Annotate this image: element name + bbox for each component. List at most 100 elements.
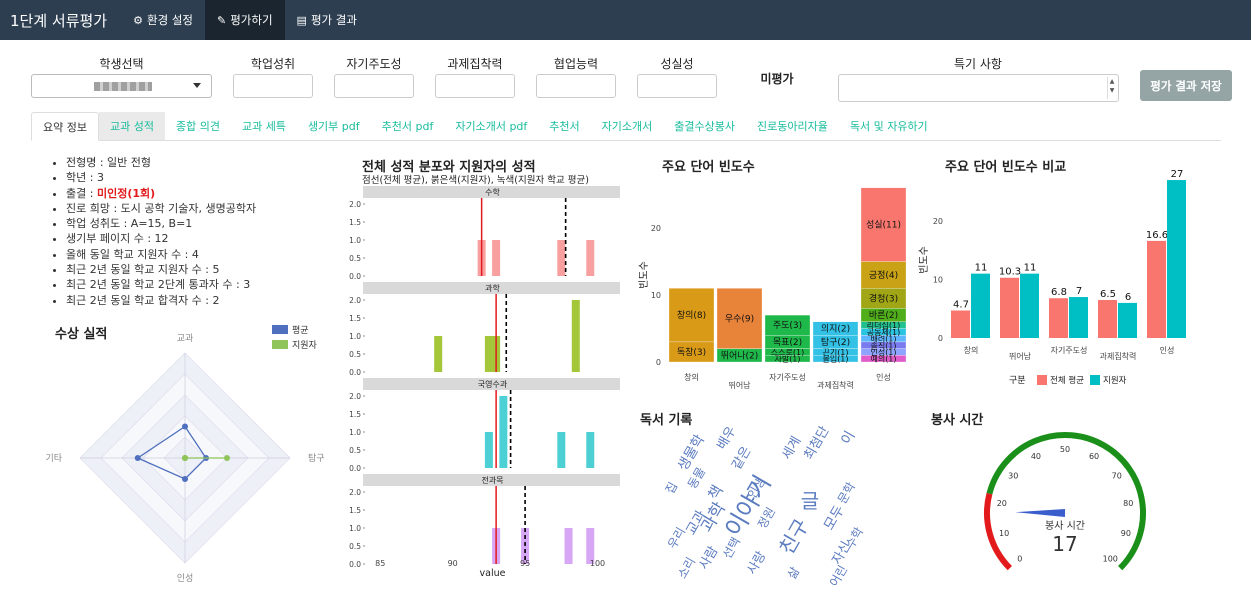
resize-icon[interactable]: ▲ ▼ [1107,77,1116,99]
bar [1098,299,1117,338]
gauge-tick-label: 70 [1112,471,1122,480]
segment-label: 우수(9) [725,313,754,324]
save-button[interactable]: 평가 결과 저장 [1140,70,1232,101]
histogram-bar [434,336,443,372]
segment-label: 탐구(2) [821,336,850,348]
wordcloud-word: 모두 [821,503,848,533]
tab-subject-details[interactable]: 교과 세특 [231,112,297,140]
gauge-label: 봉사 시간 [1045,520,1085,532]
y-tick-label: 2.0 [349,488,361,497]
app-brand[interactable]: 1단계 서류평가 [0,10,121,31]
nav-label: 평가하기 [230,13,273,27]
x-tick-label: 100 [590,559,605,568]
gauge-tick-label: 60 [1089,452,1099,461]
histogram-bar [586,432,595,468]
y-axis-label: 빈도수 [638,261,650,289]
list-item: 최근 2년 동일 학교 2단계 통과자 수 : 3 [66,277,256,292]
histogram-bar [564,528,573,564]
wordcloud-word: 자신 [829,539,854,567]
wordcloud-word: 친구 [774,515,813,559]
histogram-bar [557,432,566,468]
tab-reading[interactable]: 독서 및 자유하기 [839,112,939,140]
segment-label: 경청(3) [869,292,898,304]
summary-list: 전형명 : 일반 전형 학년 : 3 출결 : 미인정(1회) 진로 희망 : … [52,155,256,308]
word-frequency-chart: 빈도수01020독창(3)창의(8)창의뛰어나(2)우수(9)뛰어남자발(1)스… [638,187,907,390]
wordcloud-word: 집 [663,480,681,497]
radar-point [134,455,141,461]
wordcloud-word: 최첨단 [802,424,833,463]
legend-title: 구분 [1009,375,1026,386]
wordcloud-word: 선택 [720,535,743,561]
tab-self-intro-pdf[interactable]: 자기소개서 pdf [444,112,538,140]
radar-axis-label: 기타 [45,453,62,464]
academic-input[interactable] [233,74,313,98]
gauge-tick-label: 50 [1060,445,1070,454]
radar-point [182,476,188,482]
special-notes-textarea[interactable]: ▲ ▼ [838,74,1119,102]
student-select-label: 학생선택 [99,57,144,71]
y-tick-label: 10 [933,276,943,285]
y-tick-label: 1.5 [349,314,361,323]
collaboration-input[interactable] [536,74,616,98]
nav-settings[interactable]: ⚙ 환경 설정 [121,0,205,40]
bar [951,310,970,338]
tab-recommendation-pdf[interactable]: 추천서 pdf [371,112,445,140]
nav-evaluate[interactable]: ✎ 평가하기 [204,0,285,40]
attendance-value: 미인정(1회) [96,186,156,200]
histogram-bar [492,240,501,276]
wordcloud-word: 이 [838,428,858,447]
word-compare-chart: 빈도수010204.711창의10.3 11뛰어남6.8 7자기주도성6.5 6과제집… [918,170,1186,386]
tab-overall-opinion[interactable]: 종합 의견 [165,112,231,140]
list-item: 출결 : 미인정(1회) [66,186,256,201]
radar-axis-label: 인성 [177,573,194,584]
list-item: 최근 2년 동일 학교 지원자 수 : 5 [66,262,256,277]
segment-label: 스스로(1) [771,348,804,357]
segment-label: 끈기(1) [822,348,848,357]
gauge-tick-label: 90 [1121,529,1131,538]
gauge-tick-label: 30 [1008,471,1018,480]
radar-point [182,455,188,461]
bar [1069,297,1088,338]
tab-grades[interactable]: 교과 성적 [98,112,165,140]
y-tick-label: 1.5 [349,506,361,515]
tab-summary[interactable]: 요약 정보 [31,112,99,141]
tab-self-intro[interactable]: 자기소개서 [591,112,664,140]
y-tick-label: 20 [651,224,661,233]
y-tick-label: 2.0 [349,392,361,401]
x-tick-label: 인성 [1160,345,1175,355]
y-tick-label: 1.0 [349,524,361,533]
x-tick-label: 뛰어남 [728,380,751,390]
self-direction-input[interactable] [334,74,414,98]
segment-label: 뛰어나(2) [721,350,759,361]
x-tick-label: 95 [520,559,530,568]
sincerity-input[interactable] [637,74,717,98]
wordcloud-word: 책 [704,482,726,503]
segment-label: 바른(2) [869,310,898,321]
segment-label: 긍정(4) [869,270,898,281]
list-item: 학업 성취도 : A=15, B=1 [66,216,256,231]
x-tick-label: 인성 [876,372,891,382]
y-tick-label: 1.5 [349,218,361,227]
bar [1167,180,1186,338]
evaluation-status: 미평가 [760,72,794,86]
list-item: 최근 2년 동일 학교 합격자 수 : 2 [66,293,256,308]
bar [1118,302,1137,338]
wordcloud-word: 정원 [755,505,778,531]
wordcloud-word: 인생 [745,475,768,501]
list-item: 학년 : 3 [66,170,256,185]
field-label: 협업능력 [553,57,599,71]
gauge-value: 17 [1052,532,1077,556]
gauge-tick-label: 40 [1031,452,1041,461]
tab-record-pdf[interactable]: 생기부 pdf [297,112,371,140]
task-commitment-input[interactable] [435,74,515,98]
gears-icon: ⚙ [133,13,143,27]
tab-attendance-award-volunteer[interactable]: 출결수상봉사 [663,112,746,140]
tab-recommendation[interactable]: 추천서 [538,112,590,140]
legend-label: 평균 [292,325,309,336]
tab-career-club[interactable]: 진로동아리자율 [746,112,839,140]
student-select[interactable] [31,74,212,98]
y-tick-label: 0.0 [349,272,361,281]
radar-point [224,455,230,461]
nav-results[interactable]: ▤ 평가 결과 [285,0,369,40]
bar [1147,240,1166,338]
